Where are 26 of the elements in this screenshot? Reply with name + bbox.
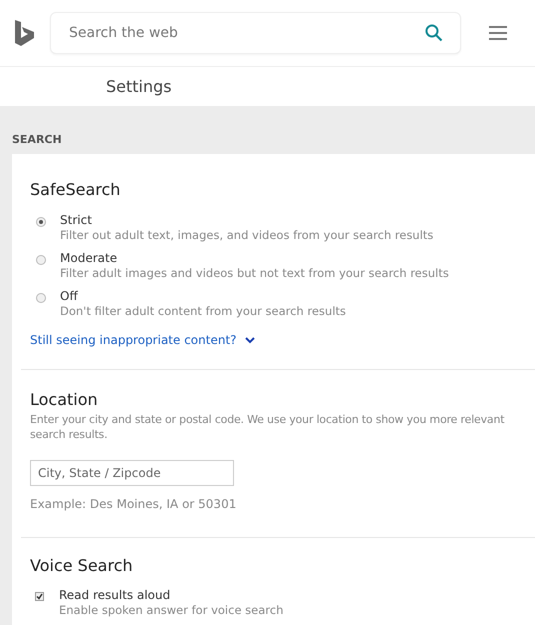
page-title: Settings bbox=[106, 76, 172, 98]
section-title: SafeSearch bbox=[30, 178, 122, 200]
logo-icon[interactable] bbox=[14, 19, 36, 47]
option-label: Moderate bbox=[60, 250, 118, 266]
location-field[interactable]: City, State / Zipcode bbox=[30, 460, 234, 486]
search-icon[interactable] bbox=[425, 24, 443, 42]
section-title: Voice Search bbox=[30, 554, 134, 576]
location-example: Example: Des Moines, IA or 50301 bbox=[30, 496, 238, 512]
option-description: Enable spoken answer for voice search bbox=[59, 602, 284, 618]
inappropriate-content-link[interactable]: Still seeing inappropriate content? bbox=[30, 330, 255, 348]
option-label: Read results aloud bbox=[59, 588, 172, 602]
section-label: SEARCH bbox=[11, 132, 63, 148]
search-field[interactable]: Search the web bbox=[50, 12, 461, 54]
option-description: Filter out adult text, images, and videos from your search results bbox=[60, 228, 434, 242]
option-description: Don't filter adult content from your search results bbox=[60, 304, 346, 318]
option-label: Off bbox=[60, 288, 79, 304]
checkbox[interactable] bbox=[35, 592, 44, 600]
section-title: Location bbox=[30, 388, 99, 410]
radio-button[interactable] bbox=[36, 216, 46, 226]
chevron-icon[interactable] bbox=[244, 336, 255, 344]
radio-button[interactable] bbox=[36, 254, 46, 264]
location-description: Enter your city and state or postal code. We use your location to show you more relevant search results. bbox=[30, 412, 506, 442]
menu-icon[interactable] bbox=[489, 26, 507, 40]
option-label: Strict bbox=[60, 212, 93, 228]
radio-button[interactable] bbox=[36, 292, 46, 302]
option-description: Filter adult images and videos but not text from your search results bbox=[60, 266, 449, 280]
